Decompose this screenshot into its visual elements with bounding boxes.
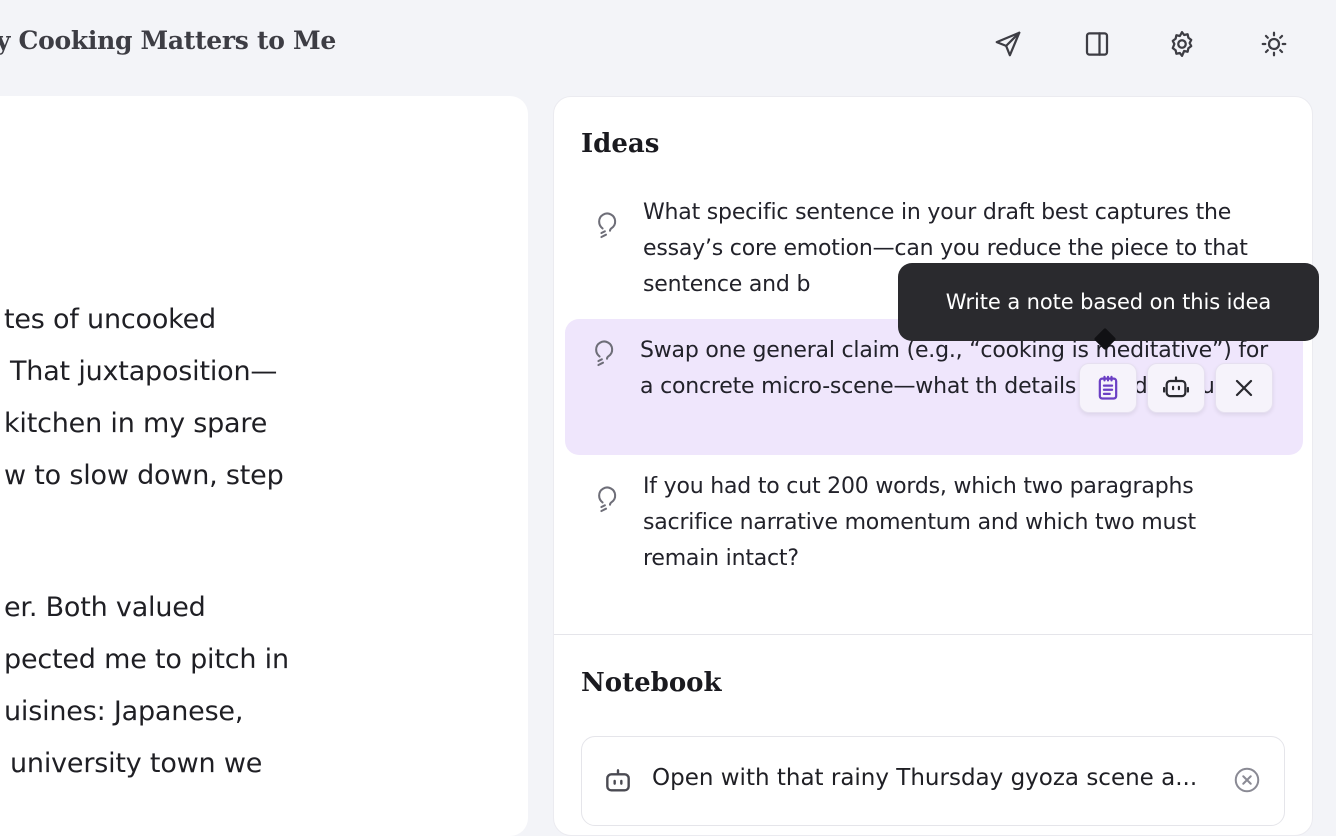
editor-line: w to slow down, step xyxy=(4,460,284,491)
delete-note-button[interactable] xyxy=(1232,765,1262,795)
sun-icon xyxy=(1261,31,1287,57)
note-card[interactable]: Open with that rainy Thursday gyoza scen… xyxy=(581,736,1285,826)
lightbulb-icon xyxy=(589,337,617,369)
lightbulb-icon xyxy=(592,483,620,515)
tooltip-text: Write a note based on this idea xyxy=(945,290,1272,314)
editor-line: pected me to pitch in xyxy=(4,644,289,675)
note-text: Open with that rainy Thursday gyoza scen… xyxy=(652,765,1198,791)
sidebar-toggle-button[interactable] xyxy=(1077,24,1117,64)
idea-item[interactable]: If you had to cut 200 words, which two p… xyxy=(565,469,1303,581)
robot-icon xyxy=(602,765,634,797)
editor-line: university town we xyxy=(10,748,263,779)
settings-button[interactable] xyxy=(1162,24,1202,64)
editor-line: uisines: Japanese, xyxy=(4,696,244,727)
theme-toggle-button[interactable] xyxy=(1254,24,1294,64)
close-circle-icon xyxy=(1234,767,1260,793)
ideas-notebook-panel: Ideas What specific sentence in your dra… xyxy=(553,96,1313,836)
section-divider xyxy=(554,634,1312,635)
send-button[interactable] xyxy=(988,24,1028,64)
sidebar-toggle-icon xyxy=(1085,32,1109,56)
document-title: hy Cooking Matters to Me xyxy=(0,26,336,55)
editor-line: That juxtaposition— xyxy=(10,356,278,387)
gear-icon xyxy=(1171,31,1193,57)
top-bar: hy Cooking Matters to Me xyxy=(0,0,1336,92)
editor-pane[interactable]: tes of uncooked That juxtaposition— kitc… xyxy=(0,96,528,836)
notepad-icon xyxy=(1098,375,1118,400)
ideas-title: Ideas xyxy=(581,129,660,159)
notebook-title: Notebook xyxy=(581,668,722,698)
ask-ai-button[interactable] xyxy=(1147,363,1205,413)
idea-actions xyxy=(1079,363,1273,413)
editor-line: tes of uncooked xyxy=(4,304,216,335)
write-note-button[interactable] xyxy=(1079,363,1137,413)
write-note-tooltip: Write a note based on this idea xyxy=(898,263,1319,351)
editor-line: er. Both valued xyxy=(4,592,206,623)
dismiss-idea-button[interactable] xyxy=(1215,363,1273,413)
editor-line: kitchen in my spare xyxy=(4,408,268,439)
robot-icon xyxy=(1162,376,1190,398)
send-icon xyxy=(995,31,1021,57)
lightbulb-icon xyxy=(592,209,620,241)
close-icon xyxy=(1235,379,1253,397)
idea-text: If you had to cut 200 words, which two p… xyxy=(643,474,1196,571)
